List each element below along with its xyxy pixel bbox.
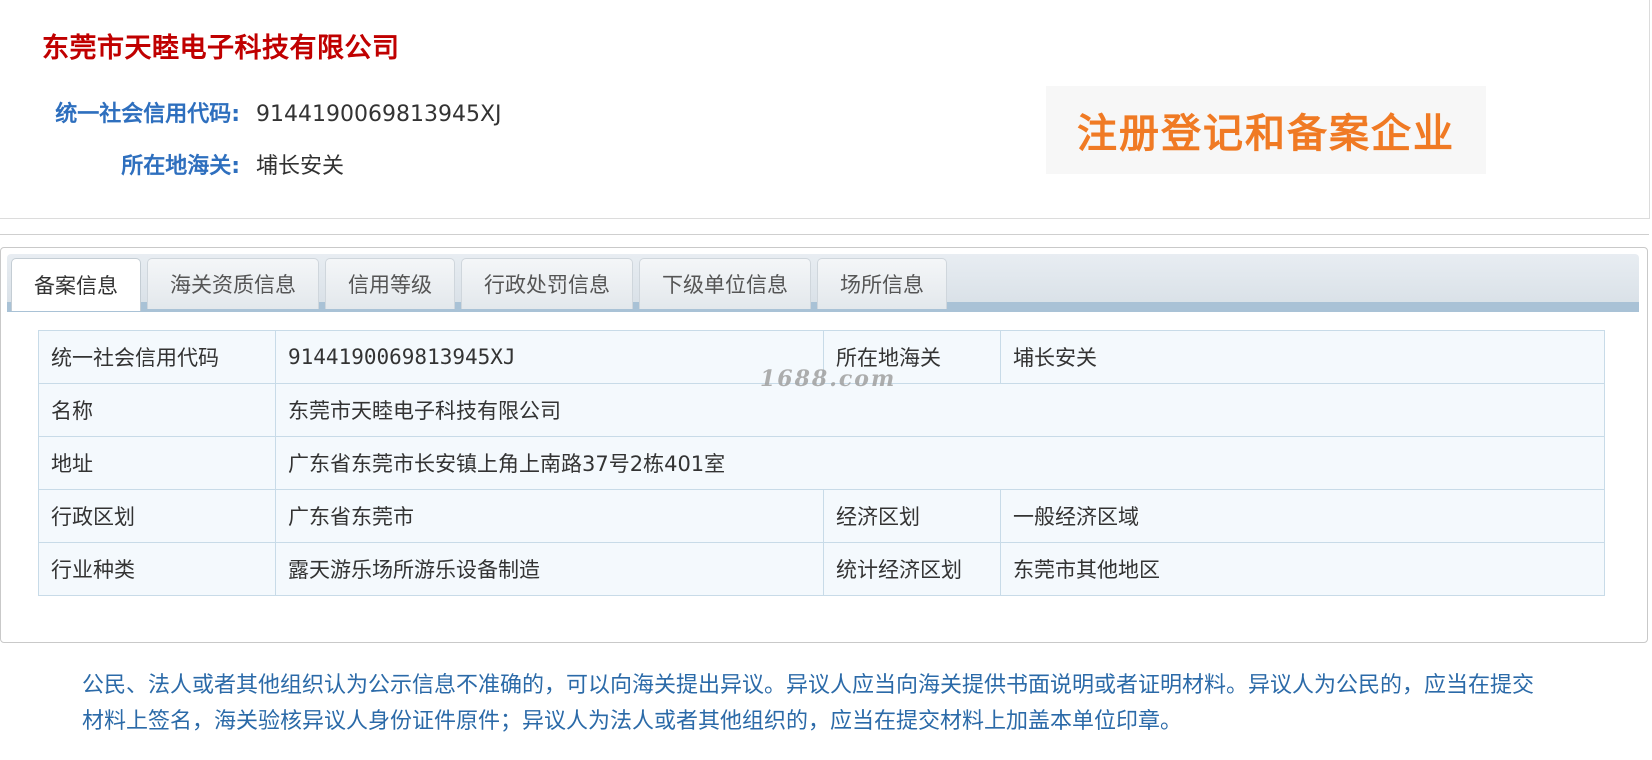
watermark: 1688.com [760,366,897,392]
customs-row: 所在地海关: 埔长安关 [46,148,344,180]
table-row: 行政区划 广东省东莞市 经济区划 一般经济区域 [38,489,1605,543]
cell-label-stat-zone: 统计经济区划 [823,542,1001,596]
cell-value-credit-code: 9144190069813945XJ [275,330,824,384]
cell-label-economic-zone: 经济区划 [823,489,1001,543]
credit-code-label: 统一社会信用代码: [55,102,240,127]
cell-value-economic-zone: 一般经济区域 [1000,489,1605,543]
cell-value-address: 广东省东莞市长安镇上角上南路37号2栋401室 [275,436,1605,490]
table-row: 行业种类 露天游乐场所游乐设备制造 统计经济区划 东莞市其他地区 [38,542,1605,596]
cell-value-stat-zone: 东莞市其他地区 [1000,542,1605,596]
tab-credit-rating[interactable]: 信用等级 [325,258,455,309]
cell-value-admin-region: 广东省东莞市 [275,489,824,543]
tab-subordinate-units[interactable]: 下级单位信息 [639,258,811,309]
cell-value-industry: 露天游乐场所游乐设备制造 [275,542,824,596]
company-header: 东莞市天睦电子科技有限公司 统一社会信用代码: 9144190069813945X… [0,0,1650,219]
tab-admin-penalty[interactable]: 行政处罚信息 [461,258,633,309]
table-row: 地址 广东省东莞市长安镇上角上南路37号2栋401室 [38,436,1605,490]
tab-premises-info[interactable]: 场所信息 [817,258,947,309]
cell-value-name: 东莞市天睦电子科技有限公司 [275,383,1605,437]
customs-label: 所在地海关: [121,154,240,179]
credit-code-value: 9144190069813945XJ [256,102,502,127]
cell-label-credit-code: 统一社会信用代码 [38,330,276,384]
credit-code-row: 统一社会信用代码: 9144190069813945XJ [46,96,502,128]
tab-customs-qualification[interactable]: 海关资质信息 [147,258,319,309]
registration-badge: 注册登记和备案企业 [1046,86,1486,174]
company-title: 东莞市天睦电子科技有限公司 [42,33,400,64]
objection-notice: 公民、法人或者其他组织认为公示信息不准确的，可以向海关提出异议。异议人应当向海关… [82,673,1535,734]
tab-filing-info[interactable]: 备案信息 [11,258,141,311]
registration-badge-text: 注册登记和备案企业 [1077,111,1455,157]
divider [0,234,1649,235]
customs-value: 埔长安关 [256,154,345,179]
cell-label-name: 名称 [38,383,276,437]
cell-value-customs: 埔长安关 [1000,330,1605,384]
tab-list: 备案信息 海关资质信息 信用等级 行政处罚信息 下级单位信息 场所信息 [11,258,947,311]
cell-label-address: 地址 [38,436,276,490]
cell-label-admin-region: 行政区划 [38,489,276,543]
cell-label-industry: 行业种类 [38,542,276,596]
info-panel: 备案信息 海关资质信息 信用等级 行政处罚信息 下级单位信息 场所信息 统一社会… [0,247,1648,643]
